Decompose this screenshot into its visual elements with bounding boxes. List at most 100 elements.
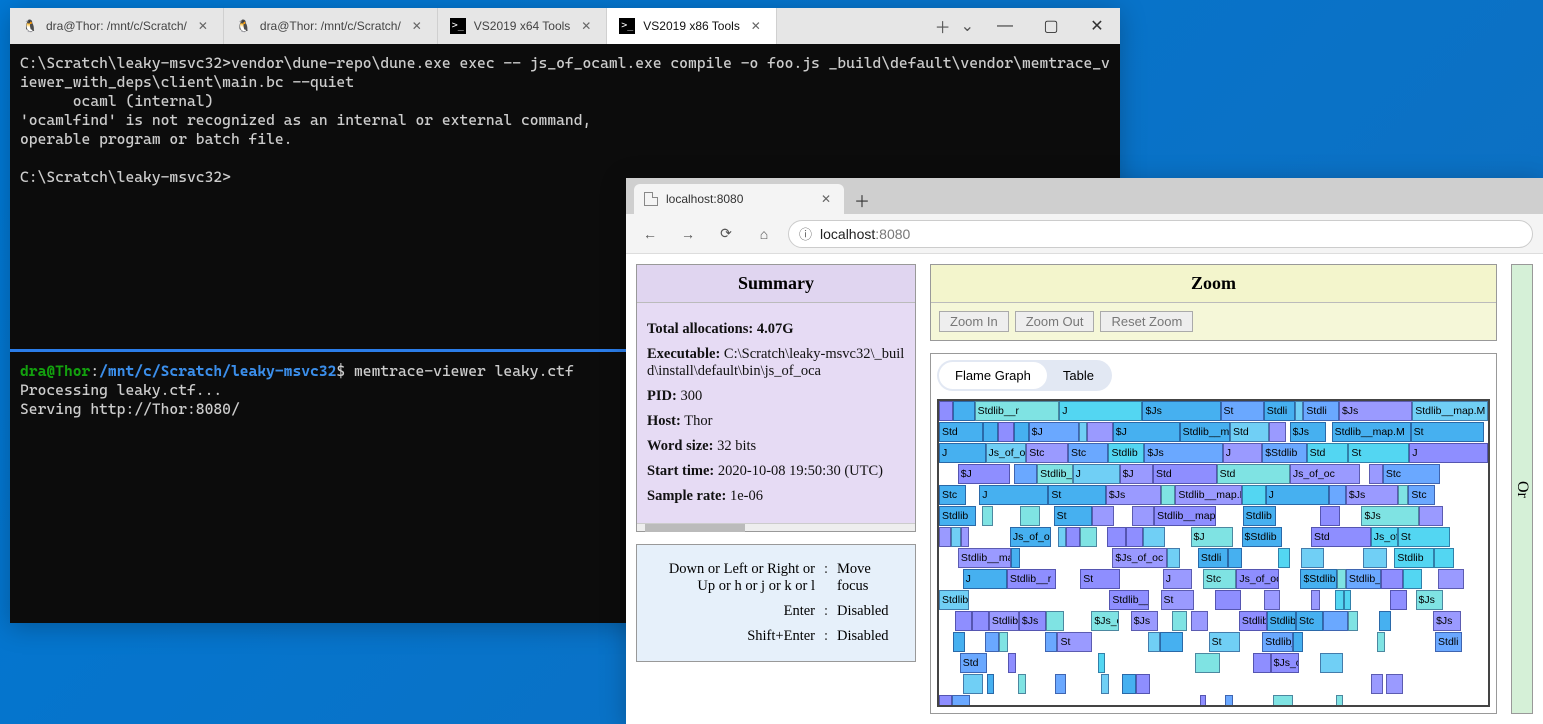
flame-frame[interactable]	[1301, 548, 1324, 568]
flame-frame[interactable]	[1398, 485, 1408, 505]
flame-frame[interactable]: J	[1223, 443, 1262, 463]
flame-frame[interactable]	[1126, 527, 1143, 547]
flame-frame[interactable]	[1438, 569, 1464, 589]
flame-frame[interactable]	[1066, 527, 1080, 547]
flame-frame[interactable]: $Stdlib	[1242, 527, 1283, 547]
flame-frame[interactable]	[955, 611, 971, 631]
terminal-tab-3[interactable]: >_ VS2019 x86 Tools ✕	[607, 8, 777, 44]
close-icon[interactable]: ✕	[195, 18, 211, 34]
maximize-button[interactable]: ▢	[1028, 8, 1074, 44]
flame-frame[interactable]	[972, 611, 989, 631]
flame-frame[interactable]: Stdlib__r	[1239, 611, 1267, 631]
flame-frame[interactable]	[1269, 422, 1287, 442]
flame-frame[interactable]: St	[1054, 506, 1092, 526]
flame-frame[interactable]: $Js	[1290, 422, 1327, 442]
flame-frame[interactable]	[1434, 548, 1454, 568]
flame-frame[interactable]: St	[1161, 590, 1194, 610]
flame-frame[interactable]	[1167, 548, 1180, 568]
flame-frame[interactable]: St	[1398, 527, 1450, 547]
flame-frame[interactable]	[1080, 527, 1097, 547]
flame-frame[interactable]: $Js	[1131, 611, 1158, 631]
zoom-in-button[interactable]: Zoom In	[939, 311, 1009, 332]
flame-frame[interactable]	[1344, 590, 1351, 610]
flame-frame[interactable]	[1386, 674, 1403, 694]
flame-frame[interactable]: St	[1048, 485, 1106, 505]
flame-frame[interactable]	[1278, 548, 1290, 568]
flame-frame[interactable]: Stdli	[1198, 548, 1228, 568]
flame-frame[interactable]	[1379, 611, 1391, 631]
terminal-tab-0[interactable]: 🐧 dra@Thor: /mnt/c/Scratch/ ✕	[10, 8, 224, 44]
flame-frame[interactable]	[1087, 422, 1112, 442]
flame-frame[interactable]: $Js	[1144, 443, 1222, 463]
new-tab-button[interactable]: ＋	[935, 14, 951, 38]
flame-frame[interactable]	[1107, 527, 1126, 547]
tab-flame-graph[interactable]: Flame Graph	[939, 362, 1047, 389]
flame-frame[interactable]: $J	[1113, 422, 1180, 442]
flame-frame[interactable]: $Js	[1346, 485, 1398, 505]
terminal-tab-1[interactable]: 🐧 dra@Thor: /mnt/c/Scratch/ ✕	[224, 8, 438, 44]
close-icon[interactable]: ✕	[409, 18, 425, 34]
flame-frame[interactable]: $Stdlib	[1262, 443, 1306, 463]
flame-frame[interactable]	[1323, 611, 1348, 631]
flame-frame[interactable]	[1242, 485, 1266, 505]
flame-frame[interactable]	[939, 527, 951, 547]
flame-frame[interactable]: $J	[1191, 527, 1234, 547]
flame-frame[interactable]: Js_of_oc	[1290, 464, 1360, 484]
flame-frame[interactable]: St	[1057, 632, 1091, 652]
flame-frame[interactable]: Js_of_oc	[1371, 527, 1398, 547]
browser-tab-0[interactable]: localhost:8080 ✕	[634, 184, 844, 214]
flame-frame[interactable]	[1371, 674, 1383, 694]
flame-frame[interactable]	[1160, 632, 1183, 652]
flame-frame[interactable]: Stc	[1408, 485, 1435, 505]
site-info-icon[interactable]: ⓘ	[799, 224, 812, 243]
flame-frame[interactable]: Stdlib__r	[989, 611, 1019, 631]
flame-frame[interactable]	[1377, 632, 1385, 652]
close-icon[interactable]: ✕	[748, 18, 764, 34]
flame-frame[interactable]	[1311, 590, 1321, 610]
flame-frame[interactable]: $Js	[1416, 590, 1443, 610]
flame-frame[interactable]	[1225, 695, 1233, 707]
flame-frame[interactable]: Js_of_oc	[986, 443, 1027, 463]
flame-frame[interactable]: Std	[1307, 443, 1349, 463]
flame-frame[interactable]: Std	[960, 653, 987, 673]
refresh-button[interactable]: ⟳	[712, 220, 740, 248]
flame-frame[interactable]: $Js	[1142, 401, 1220, 421]
flame-frame[interactable]	[1122, 674, 1137, 694]
flame-frame[interactable]: J	[1059, 401, 1142, 421]
flame-graph[interactable]: Stdlib__rJ$JsStStdliStdli$JsStdlib__map.…	[937, 399, 1490, 707]
flame-frame[interactable]	[963, 674, 983, 694]
flame-frame[interactable]: J	[1163, 569, 1192, 589]
flame-frame[interactable]: Stc	[1026, 443, 1068, 463]
flame-frame[interactable]	[1014, 464, 1037, 484]
flame-frame[interactable]: Std	[939, 422, 983, 442]
flame-frame[interactable]	[939, 401, 953, 421]
flame-frame[interactable]	[953, 632, 965, 652]
flame-frame[interactable]: Stdli	[1435, 632, 1462, 652]
flame-frame[interactable]: $J	[1120, 464, 1153, 484]
flame-frame[interactable]: $Js	[1339, 401, 1412, 421]
flame-frame[interactable]: Stdlib__map.Make.add	[958, 548, 1011, 568]
flame-frame[interactable]: St	[1221, 401, 1264, 421]
flame-frame[interactable]	[961, 527, 969, 547]
flame-frame[interactable]	[1020, 506, 1041, 526]
flame-frame[interactable]	[951, 527, 961, 547]
flame-frame[interactable]: $J	[958, 464, 1010, 484]
flame-frame[interactable]	[1172, 611, 1187, 631]
flame-frame[interactable]: Js_of_oc	[1236, 569, 1278, 589]
flame-frame[interactable]: St	[1209, 632, 1240, 652]
flame-frame[interactable]: Stdlib__map.M	[1037, 464, 1072, 484]
flame-frame[interactable]	[1329, 485, 1346, 505]
address-bar[interactable]: ⓘ localhost:8080	[788, 220, 1533, 248]
flame-frame[interactable]: Js_of_oc	[1010, 527, 1051, 547]
flame-frame[interactable]: Stdlib__map.M	[1332, 422, 1411, 442]
flame-frame[interactable]	[1101, 674, 1109, 694]
zoom-out-button[interactable]: Zoom Out	[1015, 311, 1095, 332]
flame-frame[interactable]: $Js	[1361, 506, 1419, 526]
flame-frame[interactable]: J	[939, 443, 986, 463]
flame-frame[interactable]	[1148, 632, 1160, 652]
flame-frame[interactable]: Stdlib__map.Make.bal	[1109, 590, 1149, 610]
flame-frame[interactable]: Stdlib__map.Make.add	[1262, 632, 1293, 652]
home-button[interactable]: ⌂	[750, 220, 778, 248]
flame-frame[interactable]: Stc	[1383, 464, 1440, 484]
flame-frame[interactable]: St	[1411, 422, 1484, 442]
